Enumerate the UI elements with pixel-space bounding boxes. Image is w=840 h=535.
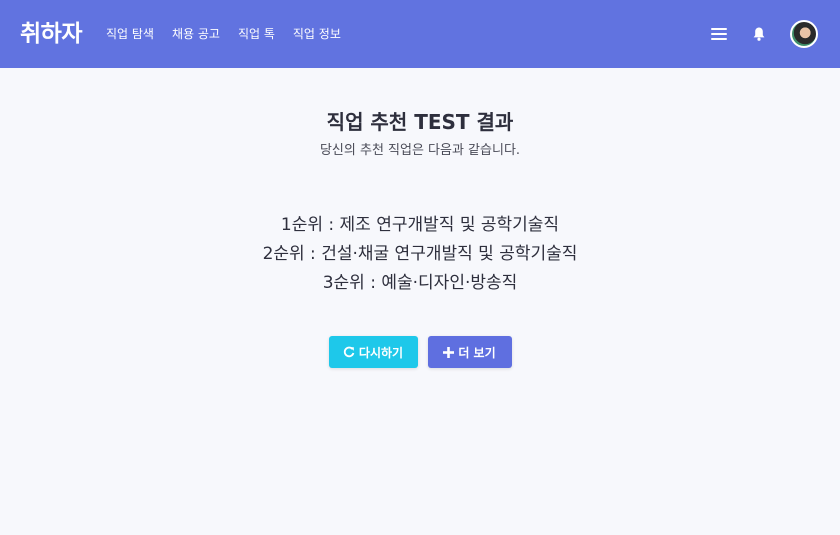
recommendation-rank-3: 3순위 : 예술·디자인·방송직	[322, 273, 518, 293]
redo-icon	[343, 346, 355, 358]
main-content: 직업 추천 TEST 결과 당신의 추천 직업은 다음과 같습니다. 1순위 :…	[0, 68, 840, 535]
avatar[interactable]	[790, 20, 818, 48]
nav-link-job-info[interactable]: 직업 정보	[293, 28, 341, 40]
bell-icon[interactable]	[750, 25, 768, 43]
more-button-label: 더 보기	[458, 345, 496, 360]
plus-icon	[443, 346, 455, 358]
nav-link-job-explore[interactable]: 직업 탐색	[106, 28, 154, 40]
more-button[interactable]: 더 보기	[427, 336, 512, 368]
retry-button-label: 다시하기	[358, 345, 404, 360]
top-navbar: 취하자 직업 탐색 채용 공고 직업 톡 직업 정보	[0, 0, 840, 68]
page-title: 직업 추천 TEST 결과	[326, 110, 514, 134]
recommendation-list: 1순위 : 제조 연구개발직 및 공학기술직 2순위 : 건설·채굴 연구개발직…	[0, 211, 840, 298]
page-subtitle: 당신의 추천 직업은 다음과 같습니다.	[319, 143, 521, 158]
nav-link-job-postings[interactable]: 채용 공고	[172, 28, 220, 40]
menu-icon[interactable]	[710, 25, 728, 43]
brand-logo[interactable]: 취하자	[20, 22, 82, 46]
nav-link-job-talk[interactable]: 직업 톡	[238, 28, 275, 40]
nav-right-actions	[710, 0, 818, 68]
action-buttons: 다시하기 더 보기	[0, 336, 840, 368]
recommendation-rank-2: 2순위 : 건설·채굴 연구개발직 및 공학기술직	[262, 244, 578, 264]
recommendation-rank-1: 1순위 : 제조 연구개발직 및 공학기술직	[280, 215, 560, 235]
retry-button[interactable]: 다시하기	[328, 336, 418, 368]
nav-links: 직업 탐색 채용 공고 직업 톡 직업 정보	[106, 28, 341, 40]
